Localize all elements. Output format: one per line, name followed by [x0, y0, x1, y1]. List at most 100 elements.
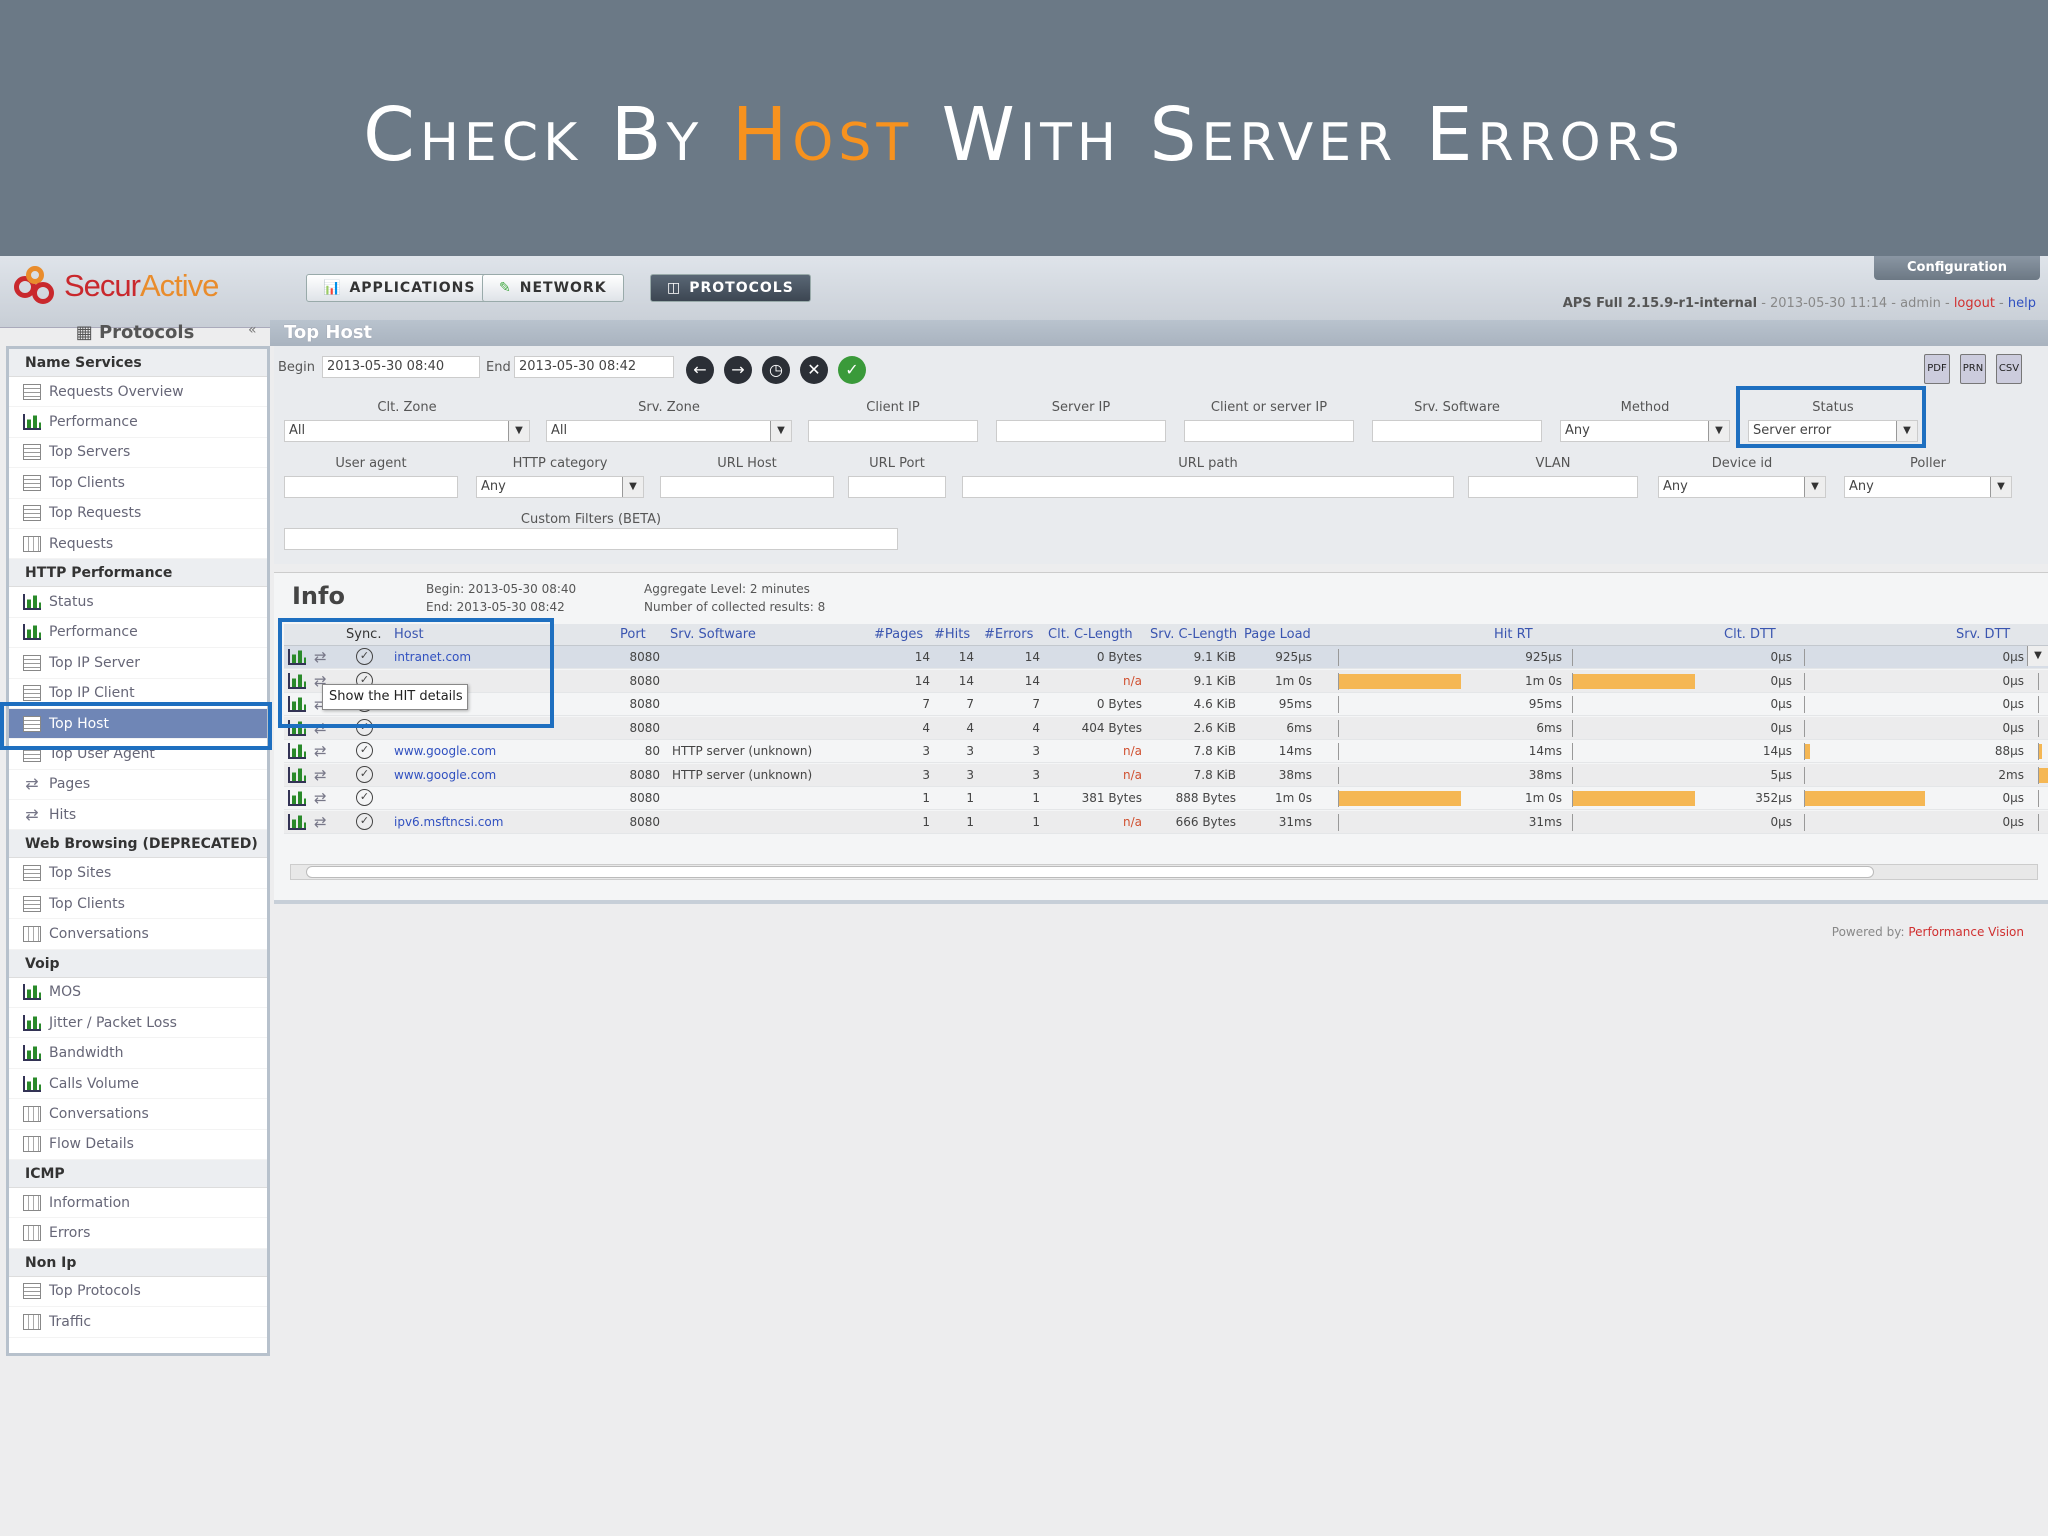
url-host-input[interactable]: [660, 476, 834, 498]
sidebar-item-top-requests[interactable]: Top Requests: [9, 499, 267, 529]
sidebar-item-mos[interactable]: MOS: [9, 978, 267, 1009]
http-category-select[interactable]: Any: [476, 476, 644, 498]
sidebar-item-top-servers[interactable]: Top Servers: [9, 438, 267, 469]
column-header-srv-dtt[interactable]: Srv. DTT: [1956, 627, 2010, 642]
host-cell[interactable]: ipv6.msftncsi.com: [394, 815, 594, 829]
table-row[interactable]: ⇄ ✓ www.google.com 80 HTTP server (unknown) 3…: [284, 740, 2048, 763]
host-cell[interactable]: www.google.com: [394, 744, 594, 758]
sidebar-item-errors[interactable]: Errors: [9, 1218, 267, 1249]
logout-link[interactable]: logout: [1954, 296, 1995, 311]
sidebar-item-conversations[interactable]: Conversations: [9, 1099, 267, 1130]
apply-icon[interactable]: ✓: [838, 356, 866, 384]
sidebar-item-top-host[interactable]: Top Host: [9, 708, 267, 740]
sync-check-icon[interactable]: ✓: [356, 765, 373, 783]
hit-details-icon[interactable]: ⇄: [314, 742, 327, 760]
end-input[interactable]: 2013-05-30 08:42: [514, 356, 674, 378]
poller-select[interactable]: Any: [1844, 476, 2012, 498]
column-header-srv-software[interactable]: Srv. Software: [670, 627, 756, 642]
sync-check-icon[interactable]: ✓: [356, 789, 373, 806]
method-select[interactable]: Any: [1560, 420, 1730, 442]
host-cell[interactable]: www.google.com: [394, 768, 594, 782]
tab-applications[interactable]: 📊 APPLICATIONS: [306, 274, 493, 302]
sidebar-item-top-protocols[interactable]: Top Protocols: [9, 1277, 267, 1308]
row-chart-icon[interactable]: [288, 790, 306, 806]
table-row[interactable]: ⇄✓...aims.com80807770 Bytes4.6 KiB95ms95…: [284, 693, 2048, 716]
user-agent-input[interactable]: [284, 476, 458, 498]
sidebar-item-pages[interactable]: ⇄ Pages: [9, 770, 267, 801]
vlan-input[interactable]: [1468, 476, 1638, 498]
hit-details-icon[interactable]: ⇄: [314, 648, 327, 666]
sidebar-item-traffic[interactable]: Traffic: [9, 1307, 267, 1338]
row-chart-icon[interactable]: [288, 719, 306, 736]
sidebar-item-requests-overview[interactable]: Requests Overview: [9, 377, 267, 408]
column-header-host[interactable]: Host: [394, 627, 424, 642]
column-header-pages[interactable]: #Pages: [874, 627, 923, 642]
hit-details-icon[interactable]: ⇄: [314, 789, 327, 807]
srv-zone-select[interactable]: All: [546, 420, 792, 442]
sidebar-item-top-clients[interactable]: Top Clients: [9, 468, 267, 499]
sync-check-icon[interactable]: ✓: [356, 718, 373, 736]
sync-check-icon[interactable]: ✓: [356, 648, 373, 665]
scroll-thumb[interactable]: [306, 866, 1874, 878]
sidebar-item-conversations[interactable]: Conversations: [9, 919, 267, 950]
sidebar-item-top-clients[interactable]: Top Clients: [9, 889, 267, 920]
sidebar-item-calls-volume[interactable]: Calls Volume: [9, 1069, 267, 1100]
sidebar-item-requests[interactable]: Requests: [9, 529, 267, 560]
row-chart-icon[interactable]: [288, 649, 306, 665]
sidebar-item-flow-details[interactable]: Flow Details: [9, 1130, 267, 1160]
sync-check-icon[interactable]: ✓: [356, 742, 373, 759]
row-chart-icon[interactable]: [288, 743, 306, 759]
table-row[interactable]: ⇄ ✓ 8080 4 4 4 404 Bytes 2.6 KiB 6ms 6ms 0µs 0µs: [284, 716, 2048, 740]
table-row[interactable]: ⇄ ✓ www.google.com 8080 HTTP server (unknown…: [284, 763, 2048, 787]
server-ip-input[interactable]: [996, 420, 1166, 442]
clear-icon[interactable]: ✕: [800, 356, 828, 384]
host-cell[interactable]: intranet.com: [394, 650, 594, 664]
table-row[interactable]: ⇄ ✓ 8080 1 1 1 381 Bytes 888 Bytes 1m 0s 1m 0s 352…: [284, 787, 2048, 810]
column-header-clt-dtt[interactable]: Clt. DTT: [1724, 627, 1776, 642]
column-header-port[interactable]: Port: [620, 627, 646, 642]
sidebar-item-hits[interactable]: ⇄ Hits: [9, 800, 267, 831]
client-ip-input[interactable]: [808, 420, 978, 442]
column-header-hits[interactable]: #Hits: [934, 627, 970, 642]
sidebar-item-status[interactable]: Status: [9, 587, 267, 618]
table-row[interactable]: ⇄ ✓ ipv6.msftncsi.com 8080 1 1 1 n/a 666 Bytes 31…: [284, 810, 2048, 834]
collapse-sidebar-icon[interactable]: «: [248, 322, 257, 338]
help-link[interactable]: help: [2008, 296, 2036, 311]
next-icon[interactable]: →: [724, 356, 752, 384]
column-header-sync[interactable]: Sync.: [346, 627, 381, 642]
device-id-select[interactable]: Any: [1658, 476, 1826, 498]
export-pdf-icon[interactable]: PDF: [1924, 354, 1950, 384]
clt-zone-select[interactable]: All: [284, 420, 530, 442]
sidebar-item-performance[interactable]: Performance: [9, 407, 267, 438]
sidebar-item-top-ip-server[interactable]: Top IP Server: [9, 648, 267, 679]
table-row[interactable]: ⇄ ✓ 8080 14 14 14 n/a 9.1 KiB 1m 0s 1m 0s 0µs 0µs: [284, 669, 2048, 693]
hit-details-icon[interactable]: ⇄: [314, 766, 327, 784]
print-icon[interactable]: PRN: [1960, 354, 1986, 384]
hit-details-icon[interactable]: ⇄: [314, 813, 327, 831]
tab-protocols[interactable]: ◫ PROTOCOLS: [650, 274, 811, 302]
row-chart-icon[interactable]: [288, 813, 306, 830]
row-chart-icon[interactable]: [288, 672, 306, 689]
previous-icon[interactable]: ←: [686, 356, 714, 384]
column-header-clt-c-length[interactable]: Clt. C-Length: [1048, 627, 1133, 642]
hit-details-icon[interactable]: ⇄: [314, 719, 327, 737]
custom-filters-input[interactable]: [284, 528, 898, 550]
sidebar-item-top-sites[interactable]: Top Sites: [9, 858, 267, 889]
configuration-button[interactable]: Configuration: [1874, 256, 2040, 280]
sidebar-item-information[interactable]: Information: [9, 1188, 267, 1219]
sidebar-item-performance[interactable]: Performance: [9, 618, 267, 649]
clock-icon[interactable]: ◷: [762, 356, 790, 384]
row-chart-icon[interactable]: [288, 696, 306, 712]
sidebar-item-jitter-packet-loss[interactable]: Jitter / Packet Loss: [9, 1008, 267, 1039]
sidebar-item-top-ip-client[interactable]: Top IP Client: [9, 679, 267, 709]
column-header-hit-rt[interactable]: Hit RT: [1494, 627, 1533, 642]
column-header-srv-c-length[interactable]: Srv. C-Length: [1150, 627, 1237, 642]
url-path-input[interactable]: [962, 476, 1454, 498]
tab-network[interactable]: ✎ NETWORK: [482, 274, 624, 302]
srv-software-input[interactable]: [1372, 420, 1542, 442]
begin-input[interactable]: 2013-05-30 08:40: [322, 356, 480, 378]
sync-check-icon[interactable]: ✓: [356, 812, 373, 830]
column-header-page-load[interactable]: Page Load: [1244, 627, 1311, 642]
export-csv-icon[interactable]: CSV: [1996, 354, 2022, 384]
row-chart-icon[interactable]: [288, 766, 306, 783]
